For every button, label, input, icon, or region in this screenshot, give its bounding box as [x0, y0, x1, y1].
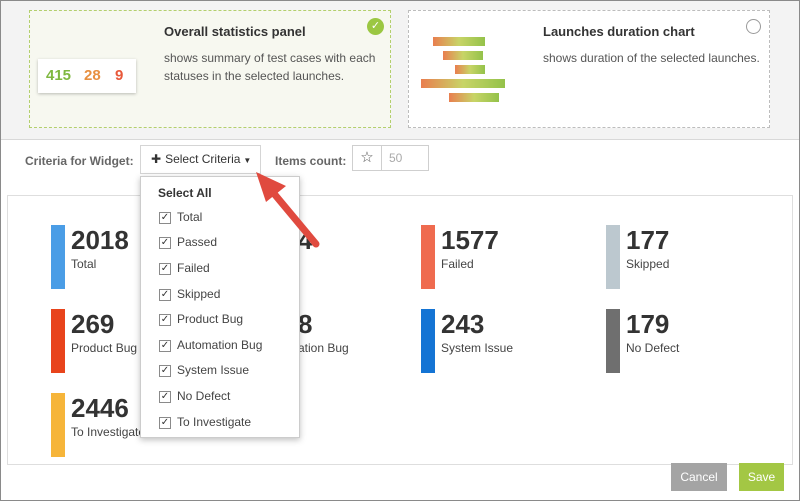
red-arrow-annotation: [256, 172, 320, 248]
save-button[interactable]: Save: [739, 463, 784, 491]
cancel-button[interactable]: Cancel: [671, 463, 727, 491]
